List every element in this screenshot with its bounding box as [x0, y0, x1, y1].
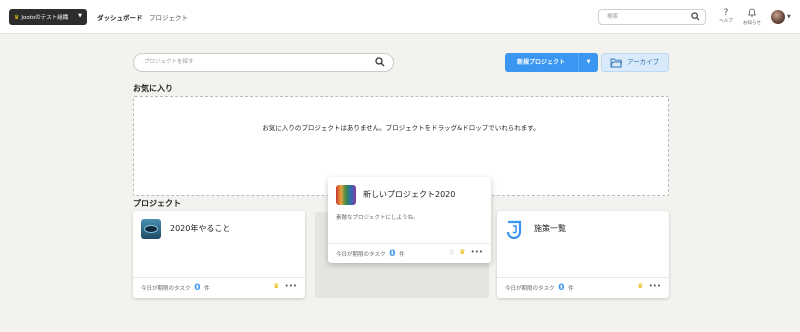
organization-switcher[interactable]: ♛ Jootoのテスト組織 ▼: [9, 9, 87, 25]
project-name: 2020年やること: [170, 224, 231, 233]
star-icon[interactable]: ☆: [449, 248, 455, 256]
crown-icon: ♛: [273, 282, 280, 290]
due-unit: 件: [399, 252, 405, 258]
favorites-title: お気に入り: [133, 84, 173, 93]
project-due-summary: 今日が期限のタスク 0 件: [141, 283, 210, 293]
archive-button[interactable]: アーカイブ: [601, 53, 669, 72]
help-button[interactable]: ? ヘルプ: [715, 8, 737, 24]
notifications-label: お知らせ: [743, 21, 761, 26]
top-header: ♛ Jootoのテスト組織 ▼ ダッシュボード プロジェクト 検索 ? ヘルプ …: [0, 0, 800, 34]
dragging-project-card[interactable]: 新しいプロジェクト2020 素敵なプロジェクトにしようね。 今日が期限のタスク …: [328, 177, 491, 263]
search-icon[interactable]: [375, 57, 385, 75]
project-search-input[interactable]: プロジェクトを探す: [133, 53, 394, 72]
folder-icon: [610, 57, 622, 75]
new-project-label: 新規プロジェクト: [517, 59, 566, 66]
project-actions: ♛ •••: [637, 282, 661, 290]
bell-icon: [741, 8, 763, 20]
header-search-placeholder: 検索: [607, 14, 619, 20]
search-icon[interactable]: [691, 12, 700, 27]
project-actions: ♛ •••: [273, 282, 297, 290]
project-due-summary: 今日が期限のタスク 0 件: [336, 249, 405, 259]
projects-title: プロジェクト: [133, 199, 181, 208]
notifications-button[interactable]: お知らせ: [741, 8, 763, 26]
project-name: 新しいプロジェクト2020: [363, 190, 456, 199]
more-icon[interactable]: •••: [649, 282, 661, 290]
due-count: 0: [389, 249, 396, 259]
crown-icon: ♛: [459, 248, 466, 256]
nav-dashboard[interactable]: ダッシュボード: [97, 12, 143, 22]
new-project-button[interactable]: 新規プロジェクト ▼: [505, 53, 598, 72]
due-label: 今日が期限のタスク: [141, 286, 191, 292]
header-search-input[interactable]: 検索: [598, 9, 706, 25]
due-count: 0: [558, 283, 565, 293]
help-icon: ?: [723, 8, 729, 18]
new-project-dropdown[interactable]: ▼: [578, 53, 598, 72]
due-count: 0: [194, 283, 201, 293]
more-icon[interactable]: •••: [285, 282, 297, 290]
project-thumbnail: [141, 219, 161, 239]
chevron-down-icon[interactable]: ▼: [787, 14, 791, 20]
due-unit: 件: [568, 286, 574, 292]
project-description: 素敵なプロジェクトにしようね。: [336, 215, 419, 221]
project-card[interactable]: 2020年やること 今日が期限のタスク 0 件 ♛ •••: [133, 211, 305, 298]
more-icon[interactable]: •••: [471, 248, 483, 256]
help-label: ヘルプ: [719, 19, 733, 24]
project-card[interactable]: 施策一覧 今日が期限のタスク 0 件 ♛ •••: [497, 211, 669, 298]
project-thumbnail: [505, 219, 525, 240]
project-search-placeholder: プロジェクトを探す: [144, 59, 194, 65]
crown-icon: ♛: [14, 13, 20, 21]
due-unit: 件: [204, 286, 210, 292]
organization-name: Jootoのテスト組織: [21, 15, 69, 21]
crown-icon: ♛: [637, 282, 644, 290]
project-actions: ☆ ♛ •••: [449, 248, 483, 256]
due-label: 今日が期限のタスク: [336, 252, 386, 258]
archive-label: アーカイブ: [627, 58, 660, 66]
project-name: 施策一覧: [534, 224, 566, 233]
favorites-empty-message: お気に入りのプロジェクトはありません。プロジェクトをドラッグ&ドロップでいれられ…: [262, 124, 540, 132]
avatar[interactable]: [771, 10, 785, 24]
due-label: 今日が期限のタスク: [505, 286, 555, 292]
project-thumbnail: [336, 185, 356, 205]
chevron-down-icon: ▼: [78, 13, 82, 19]
project-due-summary: 今日が期限のタスク 0 件: [505, 283, 574, 293]
nav-projects[interactable]: プロジェクト: [149, 12, 188, 22]
chevron-down-icon: ▼: [586, 59, 591, 65]
